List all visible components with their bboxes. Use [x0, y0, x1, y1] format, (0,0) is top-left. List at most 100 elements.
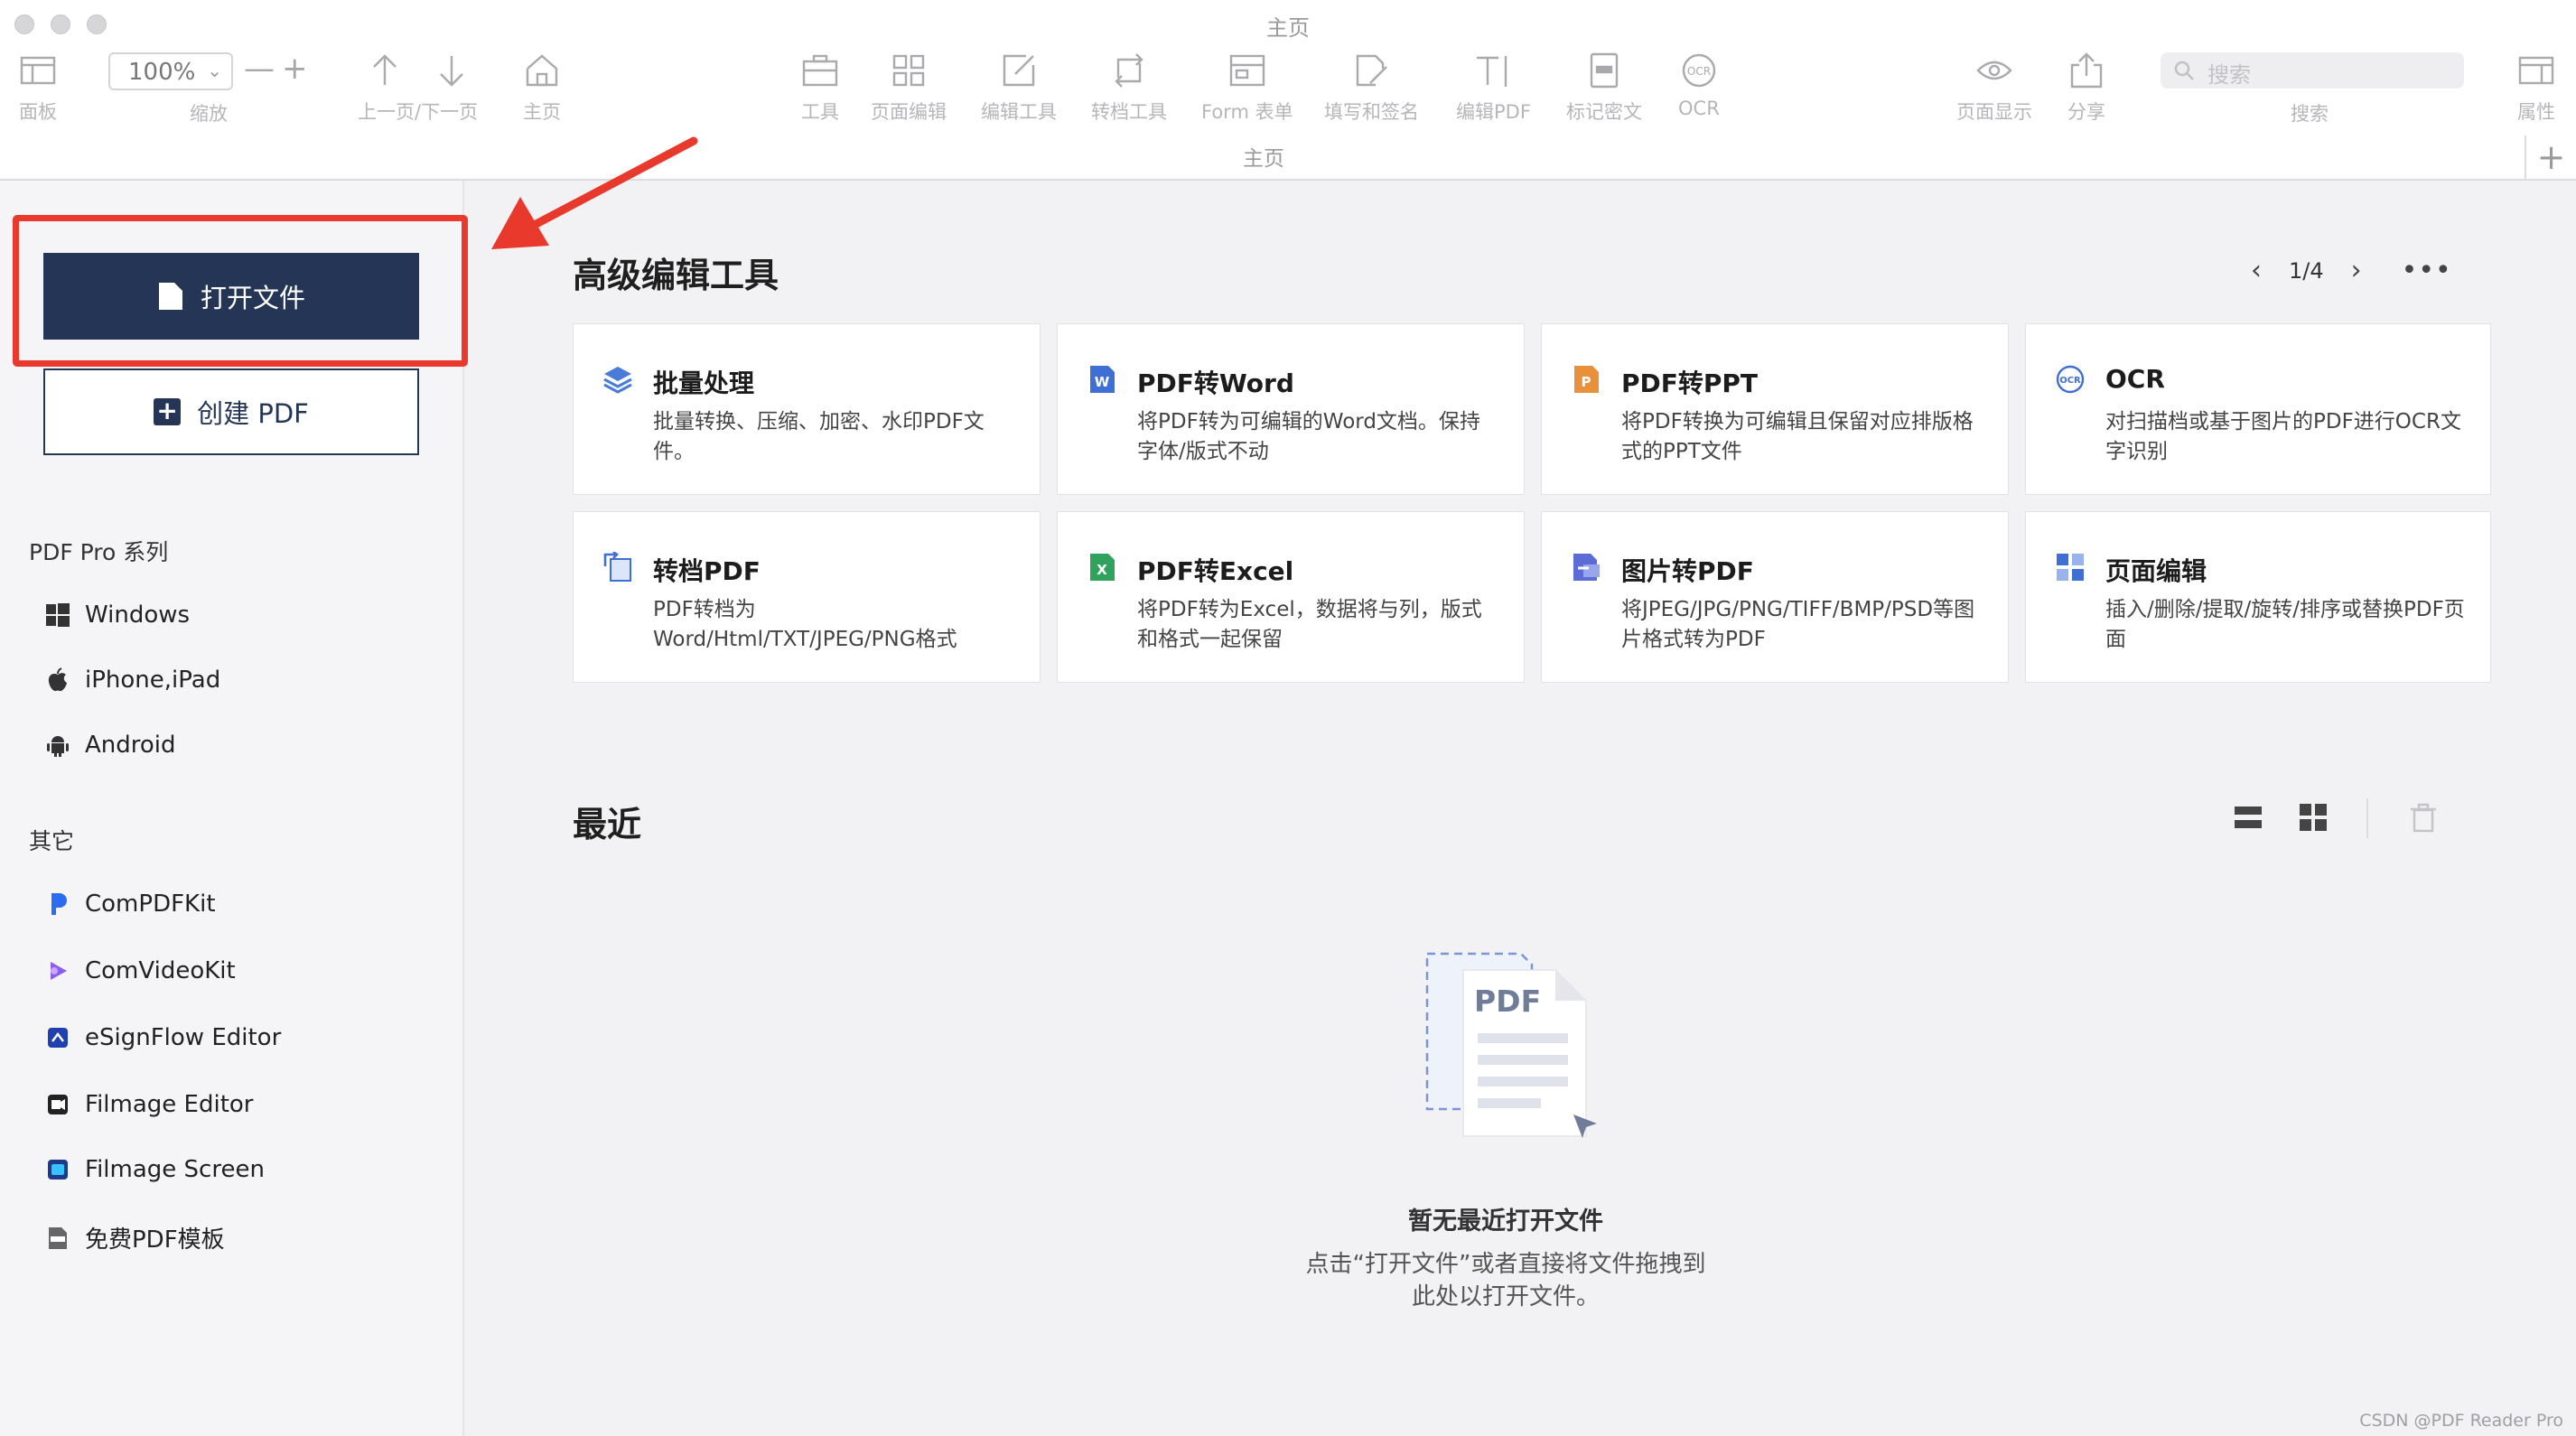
- page-edit-label: 页面编辑: [871, 101, 947, 123]
- panel-icon: [20, 56, 56, 85]
- share-label: 分享: [2067, 101, 2105, 123]
- tool-card-ppt[interactable]: P PDF转PPT 将PDF转换为可编辑且保留对应排版格式的PPT文件: [1541, 323, 2009, 495]
- tools-button[interactable]: 工具: [800, 51, 840, 125]
- convert-tools-button[interactable]: 转档工具: [1091, 51, 1167, 125]
- tab-home[interactable]: 主页: [1243, 141, 1284, 172]
- eye-icon: [1976, 61, 2012, 80]
- svg-text:OCR: OCR: [2059, 376, 2081, 386]
- empty-state-description: 点击“打开文件”或者直接将文件拖拽到 此处以打开文件。: [1174, 1248, 1837, 1313]
- sidebar-item-label: Android: [85, 732, 176, 759]
- sidebar-item-android[interactable]: Android: [45, 732, 176, 759]
- add-tab-button[interactable]: +: [2525, 135, 2576, 181]
- page-display-button[interactable]: 页面显示: [1956, 51, 2032, 125]
- pdf-illustration-label: PDF: [1474, 984, 1541, 1019]
- tool-card-page-edit[interactable]: 页面编辑 插入/删除/提取/旋转/排序或替换PDF页面: [2025, 511, 2491, 683]
- edit-tools-label: 编辑工具: [981, 101, 1057, 123]
- create-pdf-button[interactable]: + 创建 PDF: [43, 368, 419, 455]
- form-button[interactable]: Form 表单: [1201, 51, 1293, 125]
- form-icon: [1229, 54, 1265, 87]
- redact-label: 标记密文: [1566, 101, 1642, 123]
- ocr-icon: OCR: [1682, 53, 1716, 88]
- chevron-left-icon[interactable]: ‹: [2251, 255, 2262, 286]
- sidebar-item-filmage-screen[interactable]: Filmage Screen: [45, 1156, 265, 1183]
- sidebar-item-windows[interactable]: Windows: [45, 601, 190, 629]
- zoom-out-button[interactable]: —: [244, 51, 275, 87]
- close-window-button[interactable]: [14, 14, 34, 34]
- sidebar-item-label: Windows: [85, 601, 191, 629]
- list-view-icon[interactable]: [2233, 802, 2263, 833]
- more-icon[interactable]: •••: [2402, 255, 2452, 286]
- recent-section-title: 最近: [573, 805, 642, 844]
- windows-icon: [46, 603, 70, 627]
- android-icon: [47, 736, 69, 757]
- svg-text:P: P: [1582, 374, 1591, 390]
- grid-view-icon[interactable]: [2298, 802, 2329, 833]
- tool-card-image-to-pdf[interactable]: 图片转PDF 将JPEG/JPG/PNG/TIFF/BMP/PSD等图片格式转为P…: [1541, 511, 2009, 683]
- pdf-template-icon: [49, 1226, 67, 1249]
- zoom-in-button[interactable]: +: [282, 51, 308, 87]
- zoom-window-button[interactable]: [87, 14, 107, 34]
- tool-card-word[interactable]: W PDF转Word 将PDF转为可编辑的Word文档。保持字体/版式不动: [1057, 323, 1525, 495]
- empty-desc-line: 此处以打开文件。: [1411, 1283, 1600, 1310]
- sidebar-item-compdfkit[interactable]: ComPDFKit: [45, 891, 216, 918]
- filmage-screen-icon: [48, 1160, 68, 1180]
- trash-icon[interactable]: [2408, 802, 2439, 833]
- search-input[interactable]: 搜索: [2161, 52, 2464, 89]
- signature-icon: [1356, 54, 1387, 87]
- ppt-icon: P: [1574, 366, 1599, 393]
- word-icon: W: [1090, 366, 1115, 393]
- ocr-button[interactable]: OCR OCR: [1678, 51, 1720, 119]
- zoom-label: 缩放: [190, 103, 228, 125]
- toolbar-divider: [2366, 798, 2368, 838]
- tool-card-description: PDF转档为Word/Html/TXT/JPEG/PNG格式: [653, 598, 957, 651]
- tool-card-description: 对扫描档或基于图片的PDF进行OCR文字识别: [2105, 410, 2461, 463]
- edit-icon: [1003, 54, 1035, 87]
- tool-card-title: 图片转PDF: [1621, 556, 1754, 586]
- fill-sign-label: 填写和签名: [1324, 101, 1419, 123]
- fill-sign-button[interactable]: 填写和签名: [1324, 51, 1419, 125]
- sidebar: 打开文件 + 创建 PDF PDF Pro 系列 Windows iPhone,…: [0, 181, 468, 1436]
- page-edit-button[interactable]: 页面编辑: [871, 51, 947, 125]
- excel-icon: X: [1090, 554, 1115, 581]
- chevron-down-icon: ⌄: [207, 60, 222, 81]
- zoom-select[interactable]: 100% ⌄: [108, 52, 233, 90]
- tool-card-convert[interactable]: 转档PDF PDF转档为Word/Html/TXT/JPEG/PNG格式: [573, 511, 1041, 683]
- empty-state-title: 暂无最近打开文件: [1408, 1208, 1603, 1236]
- edit-pdf-button[interactable]: 编辑PDF: [1456, 51, 1531, 125]
- tool-card-title: PDF转Excel: [1137, 556, 1294, 586]
- properties-label: 属性: [2517, 101, 2555, 123]
- tool-card-excel[interactable]: X PDF转Excel 将PDF转为Excel，数据将与列，版式和格式一起保留: [1057, 511, 1525, 683]
- tool-card-description: 将PDF转为Excel，数据将与列，版式和格式一起保留: [1137, 598, 1482, 651]
- sidebar-item-esignflow[interactable]: eSignFlow Editor: [45, 1024, 281, 1051]
- sidebar-item-label: ComVideoKit: [85, 957, 236, 984]
- minimize-window-button[interactable]: [51, 14, 70, 34]
- sidebar-item-filmage-editor[interactable]: Filmage Editor: [45, 1091, 253, 1118]
- chevron-right-icon[interactable]: ›: [2351, 255, 2362, 286]
- edit-tools-button[interactable]: 编辑工具: [981, 51, 1057, 125]
- toolbar: 主页 面板 100% ⌄ — + 缩放 上一页/下一页 主页 工具 页面编辑 编辑…: [0, 0, 2576, 181]
- watermark: CSDN @PDF Reader Pro: [2359, 1411, 2563, 1431]
- batch-icon: [603, 367, 632, 394]
- sidebar-item-pdf-template[interactable]: 免费PDF模板: [45, 1221, 225, 1254]
- page-indicator: 1/4: [2289, 257, 2324, 284]
- create-pdf-label: 创建 PDF: [197, 398, 309, 429]
- prev-next-page-button[interactable]: 上一页/下一页: [358, 51, 478, 125]
- window-title: 主页: [1266, 15, 1310, 41]
- properties-button[interactable]: 属性: [2516, 51, 2556, 125]
- edit-pdf-label: 编辑PDF: [1456, 101, 1531, 123]
- tool-card-batch[interactable]: 批量处理 批量转换、压缩、加密、水印PDF文件。: [573, 323, 1041, 495]
- ocr-icon: OCR: [2056, 365, 2085, 394]
- panel-button[interactable]: 面板: [18, 51, 58, 125]
- tool-card-description: 将JPEG/JPG/PNG/TIFF/BMP/PSD等图片格式转为PDF: [1621, 598, 1975, 651]
- svg-text:X: X: [1097, 562, 1107, 578]
- sidebar-item-iphone-ipad[interactable]: iPhone,iPad: [45, 667, 220, 694]
- redact-button[interactable]: 标记密文: [1566, 51, 1642, 125]
- sidebar-item-comvideokit[interactable]: ComVideoKit: [45, 957, 236, 984]
- tools-label: 工具: [801, 101, 839, 123]
- form-label: Form 表单: [1201, 101, 1293, 123]
- tool-card-ocr[interactable]: OCR OCR 对扫描档或基于图片的PDF进行OCR文字识别: [2025, 323, 2491, 495]
- share-button[interactable]: 分享: [2067, 51, 2106, 125]
- redact-icon: [1590, 52, 1619, 89]
- home-button[interactable]: 主页: [522, 51, 562, 125]
- tool-card-description: 插入/删除/提取/旋转/排序或替换PDF页面: [2105, 598, 2465, 651]
